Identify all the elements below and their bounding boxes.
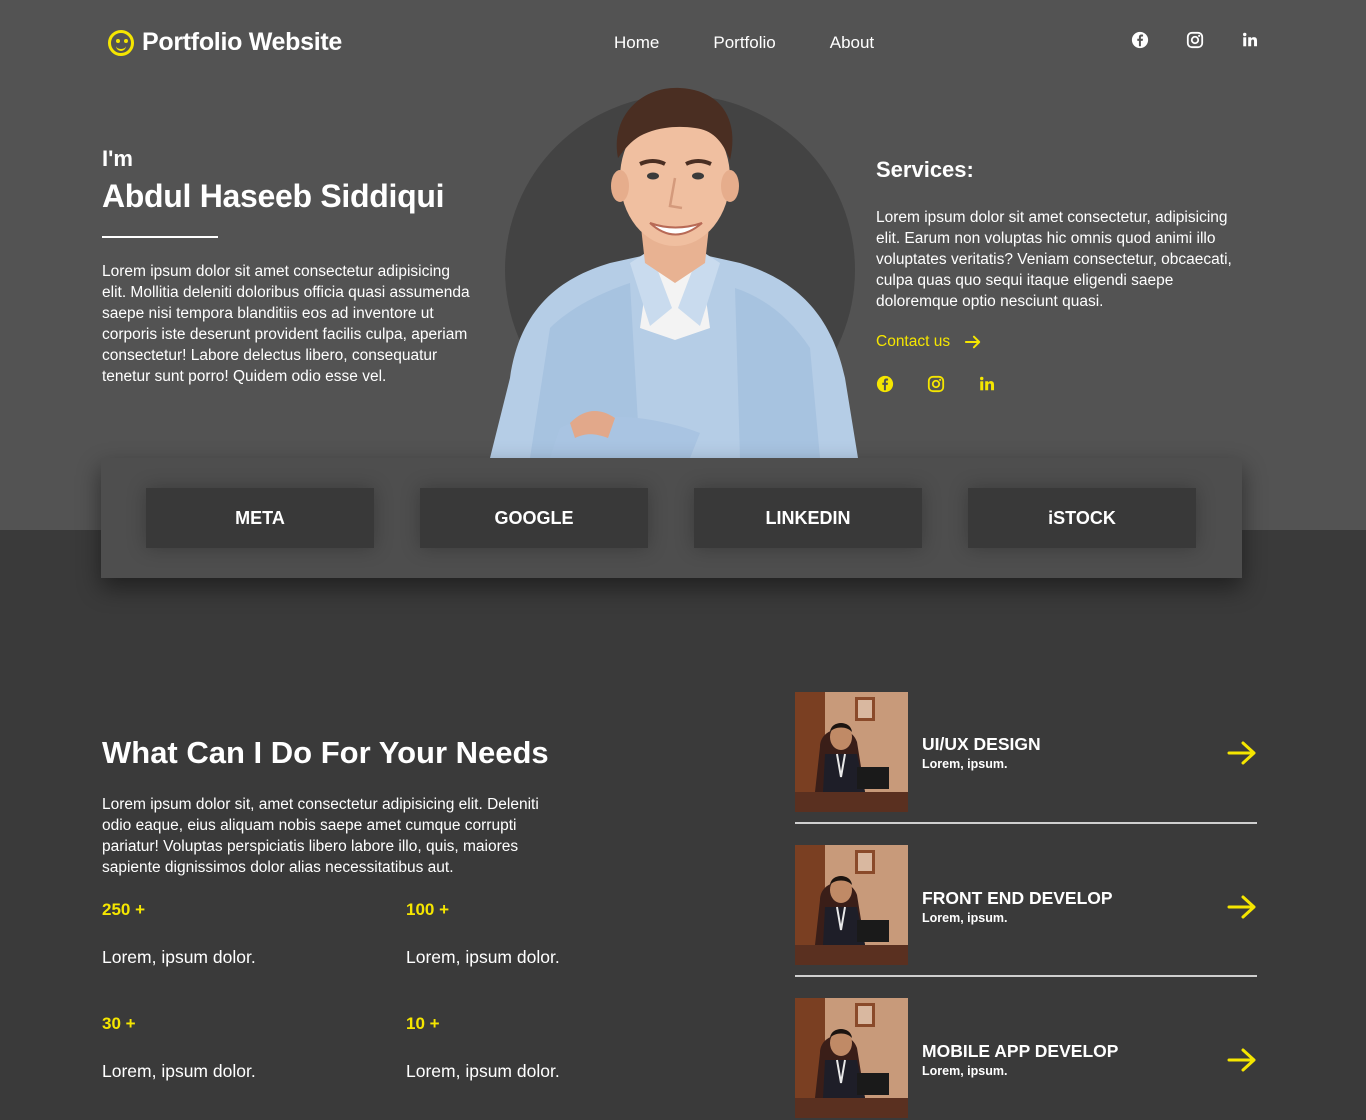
nav-about[interactable]: About	[830, 33, 874, 53]
services-heading: Services:	[876, 157, 974, 182]
profile-photo	[490, 87, 858, 458]
logo-text: Portfolio Website	[142, 28, 343, 56]
instagram-icon[interactable]	[927, 375, 945, 393]
facebook-icon[interactable]	[876, 375, 894, 393]
stat-label: Lorem, ipsum dolor.	[102, 947, 256, 967]
needs-text: Lorem ipsum dolor sit, amet consectetur …	[102, 796, 539, 876]
stat-label: Lorem, ipsum dolor.	[406, 947, 560, 967]
linkedin-icon[interactable]	[1241, 31, 1259, 49]
service-title: FRONT END DEVELOP	[922, 888, 1113, 908]
service-title: MOBILE APP DEVELOP	[922, 1041, 1119, 1061]
arrow-right-icon[interactable]	[1227, 894, 1257, 920]
stat-value: 30 +	[102, 1014, 136, 1033]
stat-label: Lorem, ipsum dolor.	[406, 1061, 560, 1081]
hero-name: Abdul Haseeb Siddiqui	[102, 178, 445, 214]
service-item-frontend[interactable]: FRONT END DEVELOP Lorem, ipsum.	[795, 845, 1257, 977]
contact-us-label: Contact us	[876, 333, 951, 350]
service-divider	[795, 975, 1257, 977]
services-text: Lorem ipsum dolor sit amet consectetur, …	[876, 209, 1232, 310]
service-item-mobile[interactable]: MOBILE APP DEVELOP Lorem, ipsum.	[795, 998, 1257, 1118]
smiley-icon	[108, 29, 134, 56]
hero-bio: Lorem ipsum dolor sit amet consectetur a…	[102, 263, 470, 385]
stat-value: 100 +	[406, 900, 450, 919]
service-divider	[795, 822, 1257, 824]
intro-text: I'm	[102, 146, 133, 171]
service-item-uiux[interactable]: UI/UX DESIGN Lorem, ipsum.	[795, 692, 1257, 824]
nav-home[interactable]: Home	[614, 33, 659, 53]
stat-value: 250 +	[102, 900, 146, 919]
nav-portfolio[interactable]: Portfolio	[713, 33, 775, 53]
contact-us-link[interactable]: Contact us	[876, 333, 982, 351]
brand-linkedin[interactable]: LINKEDIN	[694, 488, 922, 548]
stat-label: Lorem, ipsum dolor.	[102, 1061, 256, 1081]
service-subtitle: Lorem, ipsum.	[922, 911, 1008, 925]
main-nav: Home Portfolio About	[614, 33, 874, 53]
arrow-right-icon[interactable]	[1227, 740, 1257, 766]
services-social-links	[876, 375, 996, 393]
header-social-links	[1131, 31, 1259, 49]
brand-istock[interactable]: iSTOCK	[968, 488, 1196, 548]
name-divider	[102, 236, 218, 238]
service-subtitle: Lorem, ipsum.	[922, 757, 1008, 771]
brand-google[interactable]: GOOGLE	[420, 488, 648, 548]
needs-heading: What Can I Do For Your Needs	[102, 735, 549, 770]
service-thumbnail	[795, 998, 908, 1118]
linkedin-icon[interactable]	[978, 375, 996, 393]
service-title: UI/UX DESIGN	[922, 734, 1041, 754]
brand-meta[interactable]: META	[146, 488, 374, 548]
service-thumbnail	[795, 845, 908, 965]
stat-value: 10 +	[406, 1014, 440, 1033]
service-subtitle: Lorem, ipsum.	[922, 1064, 1008, 1078]
logo[interactable]: Portfolio Website	[108, 28, 342, 57]
brands-bar: META GOOGLE LINKEDIN iSTOCK	[101, 458, 1242, 578]
instagram-icon[interactable]	[1186, 31, 1204, 49]
arrow-right-icon	[964, 334, 982, 350]
facebook-icon[interactable]	[1131, 31, 1149, 49]
arrow-right-icon[interactable]	[1227, 1047, 1257, 1073]
service-thumbnail	[795, 692, 908, 812]
